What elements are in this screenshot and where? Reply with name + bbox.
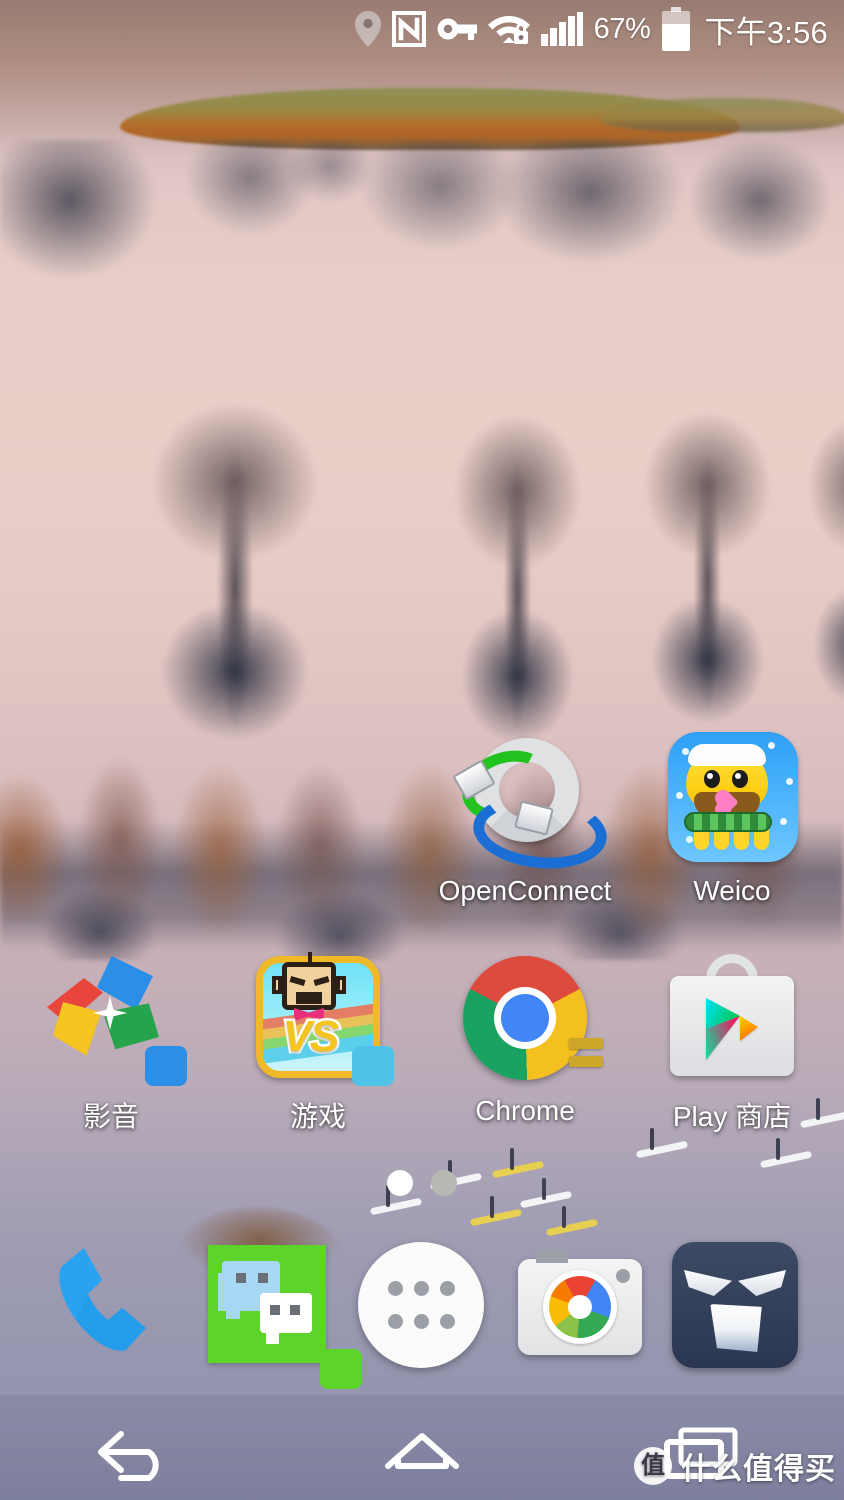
app-label: Chrome <box>475 1095 575 1126</box>
folder-games[interactable]: VS 游戏 <box>213 950 423 1135</box>
wallpaper-tree-4 <box>790 415 844 735</box>
watermark: 值 什么值得买 <box>634 1444 836 1488</box>
battery-percent-label: 67% <box>593 12 651 45</box>
back-button[interactable] <box>66 1408 216 1500</box>
watermark-logo: 值 <box>634 1447 672 1485</box>
vpn-key-icon <box>437 15 477 43</box>
app-weico[interactable]: Weico <box>627 730 837 907</box>
phone-icon[interactable] <box>42 1240 172 1370</box>
back-arrow-icon <box>91 1422 191 1487</box>
page-dot-active[interactable] <box>387 1170 413 1196</box>
watermark-text: 什么值得买 <box>681 1453 836 1486</box>
cellular-signal-icon <box>540 12 583 46</box>
vs-game-icon[interactable]: VS <box>248 950 394 1090</box>
folder-media[interactable]: 影音 <box>6 950 216 1135</box>
app-label: Weico <box>693 875 771 906</box>
nfc-icon <box>391 11 426 47</box>
dock-phone[interactable] <box>42 1240 172 1370</box>
page-dot-inactive[interactable] <box>431 1170 457 1196</box>
home-button[interactable] <box>347 1408 497 1500</box>
wallpaper-reflection-band <box>0 140 844 320</box>
app-label: OpenConnect <box>438 875 612 906</box>
dock-camera[interactable] <box>516 1245 646 1375</box>
app-label: 影音 <box>82 1101 139 1132</box>
app-drawer-icon[interactable] <box>358 1242 484 1368</box>
weico-icon[interactable] <box>662 730 802 870</box>
wallpaper-island-right <box>600 98 844 132</box>
dock-wechat[interactable] <box>208 1245 362 1389</box>
page-indicator <box>0 1170 844 1210</box>
folder-indicator-chip <box>320 1349 362 1389</box>
dock-app-drawer[interactable] <box>358 1242 488 1372</box>
openconnect-icon[interactable] <box>452 730 611 875</box>
status-bar[interactable]: 67% 下午3:56 <box>0 0 844 58</box>
chrome-icon[interactable] <box>455 950 603 1090</box>
app-openconnect[interactable]: OpenConnect <box>420 730 630 907</box>
photos-pinwheel-icon[interactable] <box>41 950 187 1090</box>
app-label: 游戏 <box>289 1101 346 1132</box>
app-play-store[interactable]: Play 商店 <box>627 950 837 1135</box>
chrome-badge-icon <box>569 1038 603 1072</box>
status-bar-system-icons: 67% 下午3:56 <box>354 7 828 52</box>
home-icon <box>372 1422 472 1487</box>
location-icon <box>354 11 381 47</box>
status-bar-clock: 下午3:56 <box>704 14 828 50</box>
app-chrome[interactable]: Chrome <box>420 950 630 1127</box>
android-home-screen: 67% 下午3:56 OpenConnect Weico 影音 VS 游戏 Ch… <box>0 0 844 1500</box>
battery-icon <box>661 7 691 51</box>
play-store-icon[interactable] <box>662 950 802 1090</box>
app-label: Play 商店 <box>672 1101 792 1132</box>
folder-indicator-chip <box>352 1046 394 1086</box>
dock-falcon-pro[interactable] <box>670 1240 800 1370</box>
folder-indicator-chip <box>145 1046 187 1086</box>
wifi-secure-icon <box>487 12 530 46</box>
